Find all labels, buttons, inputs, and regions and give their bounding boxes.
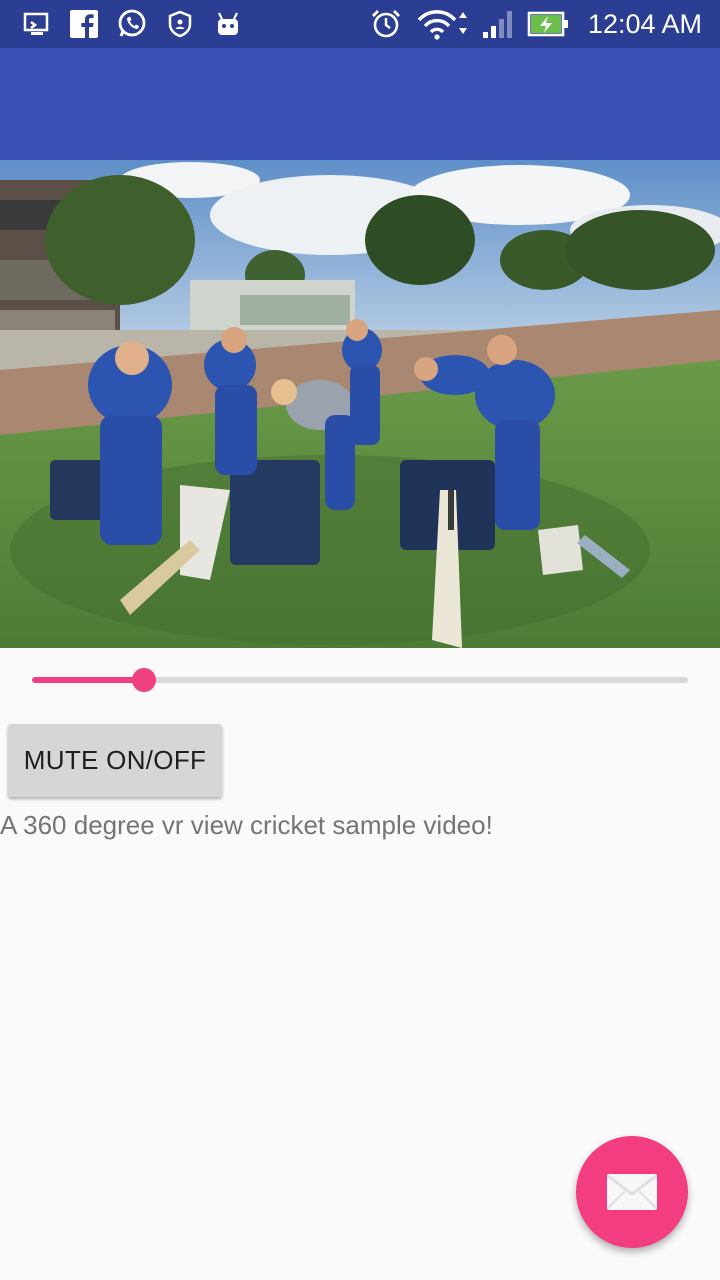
signal-icon [480,8,518,40]
screen-cast-icon [20,8,52,40]
email-fab-button[interactable] [576,1136,688,1248]
app-bar [0,48,720,160]
slider-progress [32,677,144,683]
email-icon [607,1174,657,1210]
video-description: A 360 degree vr view cricket sample vide… [0,810,493,840]
mute-toggle-button[interactable]: MUTE ON/OFF [8,724,222,797]
alarm-icon [370,8,402,40]
android-icon [212,8,244,40]
vr-video-view[interactable]: i [0,160,720,648]
whatsapp-icon [116,8,148,40]
facebook-icon [68,8,100,40]
slider-thumb[interactable] [131,668,156,692]
seek-slider[interactable] [32,664,688,696]
shield-icon [164,8,196,40]
status-time: 12:04 AM [587,9,702,39]
status-bar: 12:04 AM [0,0,720,48]
wifi-icon [416,8,470,40]
battery-charging-icon [526,8,570,40]
cricket-panorama-image [0,160,720,648]
